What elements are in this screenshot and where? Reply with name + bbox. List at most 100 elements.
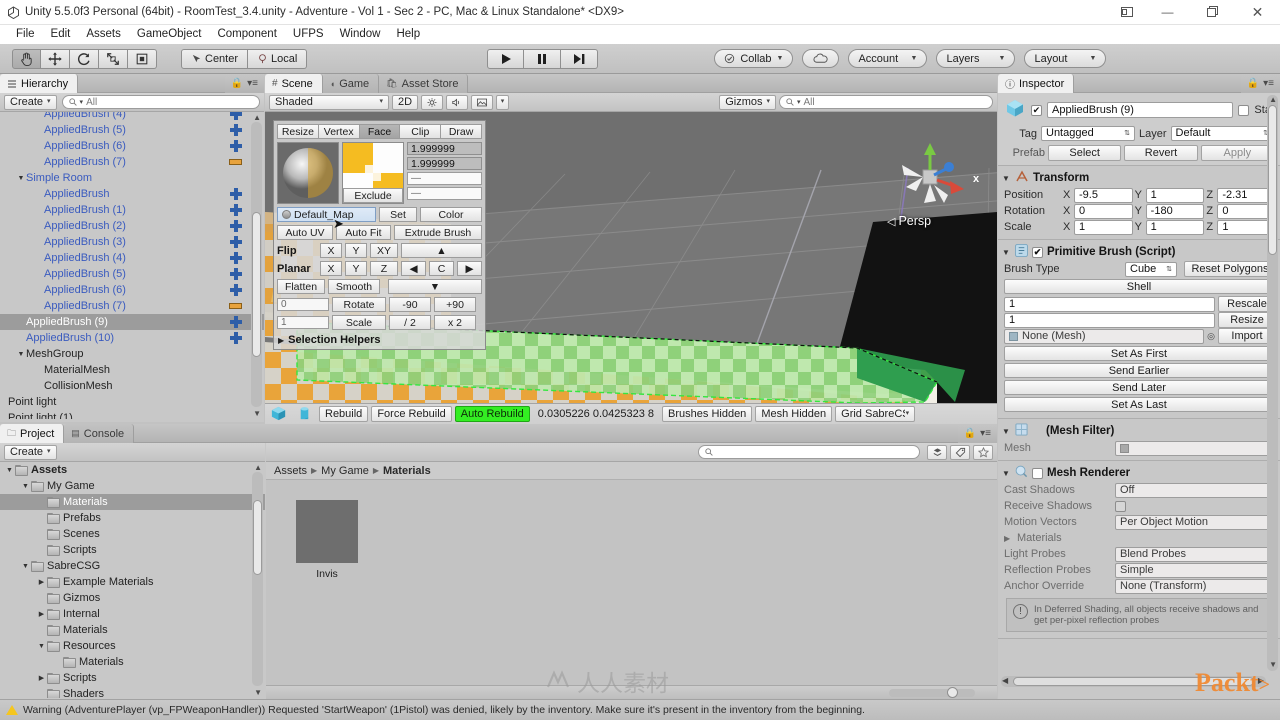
menu-window[interactable]: Window (332, 25, 389, 44)
foldout-arrow-icon[interactable]: ▼ (20, 563, 31, 570)
inspector-body[interactable]: ✔ AppliedBrush (9) Stat Tag Untagged ⇅ La… (998, 93, 1280, 689)
project-tree-item[interactable]: Materials (0, 494, 265, 510)
project-tree-item[interactable]: ▼ SabreCSG (0, 558, 265, 574)
project-tree-item[interactable]: Prefabs (0, 510, 265, 526)
rotate-minus-90-button[interactable]: -90 (389, 297, 431, 312)
restore-window-icon[interactable] (1109, 0, 1145, 25)
options-menu-icon[interactable]: ▾≡ (1263, 78, 1274, 89)
project-tab-options[interactable]: 🔒 ▾≡ (957, 424, 997, 443)
scene-fx-icon[interactable] (471, 94, 493, 110)
inspector-vertical-scrollbar[interactable] (1267, 95, 1278, 671)
nudge-left-button[interactable]: ◀ (401, 261, 426, 276)
exclude-button[interactable]: Exclude (343, 188, 403, 203)
primitive-brush-enabled-checkbox[interactable]: ✔ (1032, 246, 1043, 258)
flip-x-button[interactable]: X (320, 243, 342, 258)
rotate-plus-90-button[interactable]: +90 (434, 297, 476, 312)
project-create-button[interactable]: Create ▾ (4, 444, 57, 460)
foldout-arrow-icon[interactable]: ▼ (16, 351, 26, 358)
step-button[interactable] (561, 48, 599, 69)
flatten-button[interactable]: Flatten (277, 279, 325, 294)
gizmos-dropdown[interactable]: Gizmos ▾ (719, 94, 776, 110)
scroll-down-arrow-icon[interactable]: ▼ (253, 409, 261, 418)
hierarchy-item[interactable]: AppliedBrush (3) (0, 234, 264, 250)
zoom-slider[interactable] (889, 687, 975, 698)
inspector-tab-options[interactable]: 🔒 ▾≡ (1240, 74, 1280, 93)
tab-asset-store[interactable]: 🛍 Asset Store (379, 74, 469, 93)
project-tree-item[interactable]: Scripts (0, 542, 265, 558)
maximize-button[interactable] (1190, 0, 1235, 25)
tab-console[interactable]: ▤ Console (64, 424, 135, 443)
nudge-down-button[interactable]: ▼ (388, 279, 482, 294)
hierarchy-tab-options[interactable]: 🔒 ▾≡ (224, 74, 264, 93)
csg-tab-draw[interactable]: Draw (441, 124, 482, 139)
rotate-tool-icon[interactable] (70, 48, 99, 69)
favorites-icon[interactable] (973, 444, 993, 460)
tab-scene[interactable]: # Scene (265, 74, 323, 93)
set-as-first-button[interactable]: Set As First (1004, 346, 1274, 361)
foldout-arrow-icon[interactable]: ▼ (20, 483, 31, 490)
hierarchy-item[interactable]: AppliedBrush (4) (0, 112, 264, 122)
selection-helpers-foldout[interactable]: ▶ Selection Helpers (277, 334, 482, 346)
csg-tab-clip[interactable]: Clip (400, 124, 442, 139)
scene-search-input[interactable]: ▾ All (779, 95, 993, 109)
prefab-select-button[interactable]: Select (1048, 145, 1122, 161)
cloud-services-button[interactable] (802, 49, 840, 68)
rotation-y-input[interactable]: -180 (1145, 203, 1205, 219)
tab-project[interactable]: 🗀 Project (0, 424, 65, 443)
uv-scale-v-field[interactable]: 1.999999 (407, 157, 482, 170)
project-tree-item[interactable]: Shaders (0, 686, 265, 698)
menu-ufps[interactable]: UFPS (285, 25, 332, 44)
foldout-arrow-icon[interactable]: ▼ (1002, 174, 1011, 183)
hierarchy-item[interactable]: AppliedBrush (1) (0, 202, 264, 218)
brush-type-dropdown[interactable]: Cube ⇅ (1125, 261, 1177, 277)
asset-grid[interactable]: Invis (266, 480, 997, 580)
rebuild-button[interactable]: Rebuild (319, 405, 369, 422)
foldout-arrow-icon[interactable]: ▼ (16, 175, 26, 182)
hierarchy-item[interactable]: Point light (1) (0, 410, 264, 419)
scale-button[interactable]: Scale (332, 315, 386, 330)
project-tree-item[interactable]: ▼ My Game (0, 478, 265, 494)
lock-icon[interactable]: 🔒 (1247, 78, 1259, 89)
scene-lighting-icon[interactable] (421, 94, 443, 110)
set-material-button[interactable]: Set (379, 207, 417, 222)
project-search-input[interactable] (698, 445, 920, 459)
inspector-scrollbar-thumb[interactable] (1268, 105, 1277, 255)
shell-button[interactable]: Shell (1004, 279, 1274, 294)
breadcrumb-my-game[interactable]: My Game (321, 465, 369, 477)
nudge-right-button[interactable]: ▶ (457, 261, 482, 276)
options-menu-icon[interactable]: ▾≡ (980, 428, 991, 439)
send-earlier-button[interactable]: Send Earlier (1004, 363, 1274, 378)
scroll-up-arrow-icon[interactable]: ▲ (1269, 95, 1277, 104)
breadcrumb-assets[interactable]: Assets (274, 465, 307, 477)
zoom-slider-handle[interactable] (947, 687, 958, 698)
project-tree-item[interactable]: Scenes (0, 526, 265, 542)
account-button[interactable]: Account ▼ (848, 49, 928, 68)
hierarchy-item[interactable]: MaterialMesh (0, 362, 264, 378)
smooth-button[interactable]: Smooth (328, 279, 380, 294)
chevron-right-icon[interactable]: ▶ (36, 610, 47, 618)
scroll-up-arrow-icon[interactable]: ▲ (254, 463, 262, 472)
menu-gameobject[interactable]: GameObject (129, 25, 210, 44)
hierarchy-item[interactable]: CollisionMesh (0, 378, 264, 394)
rotate-value-field[interactable]: 0 (277, 298, 329, 311)
material-preview-sphere[interactable] (277, 142, 339, 204)
project-folder-tree[interactable]: ▼ Assets ▼ My Game Materials Prefabs Scenes Scr… (0, 462, 265, 698)
hierarchy-vertical-scrollbar[interactable] (251, 122, 262, 407)
tab-inspector[interactable]: ⓘ Inspector (998, 74, 1075, 93)
prism-brush-icon[interactable] (291, 404, 317, 423)
nudge-center-button[interactable]: C (429, 261, 454, 276)
static-checkbox[interactable] (1238, 104, 1250, 116)
scroll-up-arrow-icon[interactable]: ▲ (253, 113, 261, 122)
foldout-arrow-icon[interactable]: ▼ (1002, 469, 1011, 478)
project-tree-item[interactable]: ▶ Scripts (0, 670, 265, 686)
lock-icon[interactable]: 🔒 (964, 428, 976, 439)
hierarchy-item[interactable]: ▼ Simple Room (0, 170, 264, 186)
hand-tool-icon[interactable] (12, 48, 41, 69)
project-tree-item[interactable]: ▶ Example Materials (0, 574, 265, 590)
pivot-rotation-button[interactable]: Local (248, 48, 308, 69)
status-bar[interactable]: Warning (AdventurePlayer (vp_FPWeaponHan… (0, 699, 1280, 720)
scene-view-persp-label[interactable]: ◁ Persp (887, 214, 931, 228)
auto-rebuild-toggle[interactable]: Auto Rebuild (454, 405, 530, 422)
menu-component[interactable]: Component (209, 25, 284, 44)
scale-tool-icon[interactable] (99, 48, 128, 69)
